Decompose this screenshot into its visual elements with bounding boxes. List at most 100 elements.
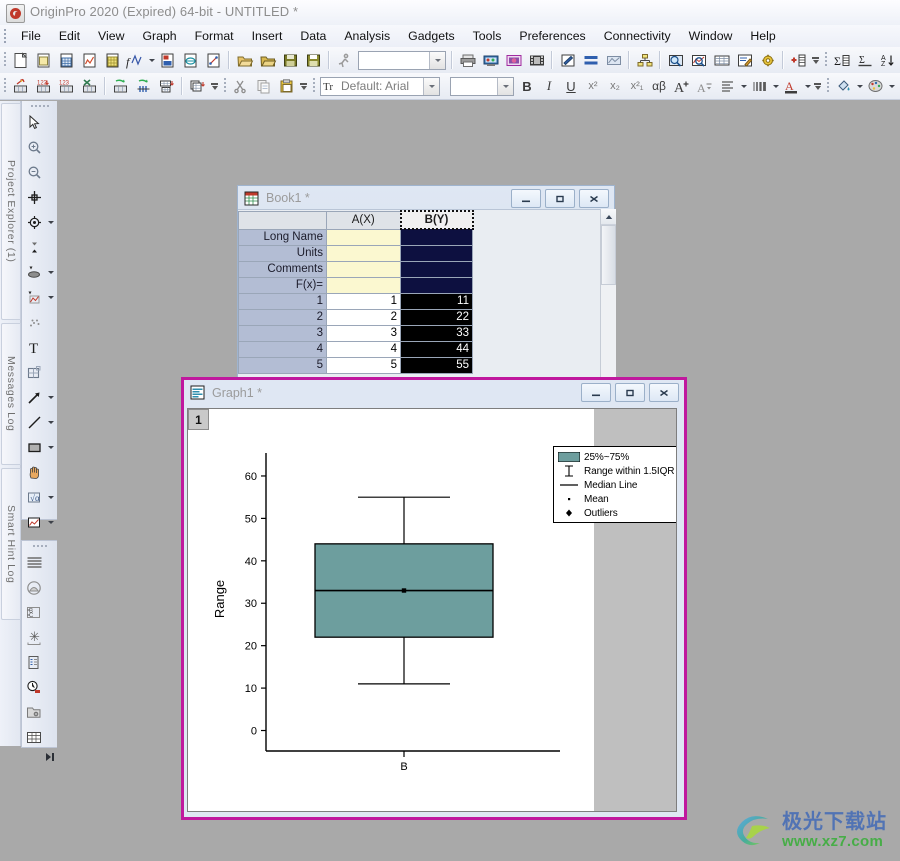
new-notes-icon[interactable]	[179, 49, 202, 71]
data-reader-dropdown[interactable]	[46, 221, 55, 224]
menu-item-connectivity[interactable]: Connectivity	[595, 26, 680, 46]
font-color-dropdown[interactable]	[803, 75, 812, 97]
font-color-icon[interactable]: A	[780, 75, 803, 97]
new-graph-icon[interactable]	[78, 49, 101, 71]
menu-item-file[interactable]: File	[12, 26, 50, 46]
underline-icon[interactable]: U	[560, 79, 582, 94]
toolbar-grip[interactable]	[309, 76, 318, 96]
meta-row-label[interactable]: Long Name	[239, 229, 327, 245]
book1-title-bar[interactable]: Book1 *	[238, 186, 614, 210]
swap-columns-icon[interactable]	[109, 75, 132, 97]
palette-dropdown[interactable]	[887, 75, 896, 97]
scroll-up-button[interactable]	[601, 209, 616, 225]
graph1-close-button[interactable]	[649, 383, 679, 402]
meta-row-label[interactable]: Units	[239, 245, 327, 261]
sum-icon[interactable]: Σ	[853, 49, 876, 71]
sort-worksheet-icon[interactable]	[132, 75, 155, 97]
graph1-title-bar[interactable]: Graph1 *	[184, 380, 684, 405]
meta-cell-b[interactable]	[401, 277, 473, 293]
palette-grip[interactable]	[22, 541, 57, 550]
align-icon[interactable]	[716, 75, 739, 97]
transpose-icon[interactable]	[155, 75, 178, 97]
book1-close-button[interactable]	[579, 189, 609, 208]
edit-mode-icon[interactable]	[556, 49, 579, 71]
meta-cell-a[interactable]	[327, 277, 401, 293]
graph1-minimize-button[interactable]	[581, 383, 611, 402]
table-row[interactable]: 4444	[239, 341, 473, 357]
rename-tool[interactable]: BC	[22, 600, 57, 625]
superscript-icon[interactable]: x²	[582, 80, 604, 92]
row-number[interactable]: 5	[239, 357, 327, 373]
data-reader-icon[interactable]	[687, 49, 710, 71]
line-dropdown[interactable]	[46, 421, 55, 424]
worksheet-corner-header[interactable]	[239, 211, 327, 229]
toolbar-overflow-button[interactable]	[209, 75, 220, 97]
region-tool[interactable]	[22, 360, 57, 385]
new-project-icon[interactable]	[9, 49, 32, 71]
increase-font-icon[interactable]: A	[670, 75, 693, 97]
import-video-icon[interactable]	[525, 49, 548, 71]
rectangle-tool[interactable]	[22, 435, 57, 460]
worksheet-vertical-scrollbar[interactable]	[600, 209, 616, 377]
zoom-in-tool[interactable]	[22, 135, 57, 160]
font-name-combo[interactable]: Tr Default: Arial	[320, 77, 440, 96]
legend-entry[interactable]: Median Line	[554, 478, 677, 492]
cell-b[interactable]: 55	[401, 357, 473, 373]
new-matrix-icon[interactable]	[101, 49, 124, 71]
new-excel-icon[interactable]	[202, 49, 225, 71]
book1-minimize-button[interactable]	[511, 189, 541, 208]
toolbar-grip[interactable]	[0, 50, 9, 70]
sort-ascending-icon[interactable]: AZ	[876, 49, 899, 71]
graph1-window[interactable]: Graph1 * 1 0102030405060RangeB 25%~75%Ra…	[181, 377, 689, 822]
menu-item-format[interactable]: Format	[186, 26, 243, 46]
data-reader-tool[interactable]	[22, 210, 57, 235]
cell-a[interactable]: 2	[327, 309, 401, 325]
menu-item-graph[interactable]: Graph	[133, 26, 185, 46]
color-scale-tool[interactable]	[22, 575, 57, 600]
project-explorer-tab[interactable]: Project Explorer (1)	[1, 103, 21, 320]
data-selector-tool[interactable]	[22, 235, 57, 260]
legend-entry[interactable]: Range within 1.5IQR	[554, 464, 677, 478]
italic-icon[interactable]: I	[538, 78, 560, 94]
menu-item-gadgets[interactable]: Gadgets	[399, 26, 464, 46]
bold-icon[interactable]: B	[516, 79, 538, 94]
box-plot[interactable]: 0102030405060RangeB	[188, 409, 594, 811]
equation-tool[interactable]: √α	[22, 485, 57, 510]
regional-mask-tool[interactable]	[22, 310, 57, 335]
menu-item-window[interactable]: Window	[680, 26, 742, 46]
book1-restore-button[interactable]	[545, 189, 575, 208]
cell-a[interactable]: 3	[327, 325, 401, 341]
worksheet-view-icon[interactable]	[710, 49, 733, 71]
chevron-down-icon[interactable]	[429, 52, 445, 69]
cut-icon[interactable]	[229, 75, 252, 97]
import-wizard-icon[interactable]	[479, 49, 502, 71]
save-template-icon[interactable]	[302, 49, 325, 71]
screen-reader-tool[interactable]	[22, 185, 57, 210]
chevron-down-icon[interactable]	[423, 78, 439, 95]
book1-worksheet[interactable]: A(X)B(Y)Long NameUnitsCommentsF(x)=11112…	[238, 209, 614, 378]
fill-color-icon[interactable]	[832, 75, 855, 97]
toolbar-grip[interactable]	[823, 76, 832, 96]
toolbar-grip[interactable]	[0, 76, 9, 96]
line-width-icon[interactable]	[748, 75, 771, 97]
table-row[interactable]: 5555	[239, 357, 473, 373]
cell-a[interactable]: 5	[327, 357, 401, 373]
menu-item-tools[interactable]: Tools	[464, 26, 511, 46]
folder-tool[interactable]	[22, 700, 57, 725]
data-cursor-tool[interactable]	[22, 260, 57, 285]
function-plot-dropdown[interactable]	[147, 49, 156, 71]
asterisk-tool[interactable]: ✳	[22, 625, 57, 650]
palette-expand-button[interactable]	[22, 750, 57, 764]
legend-entry[interactable]: Mean	[554, 492, 677, 506]
font-size-combo[interactable]	[450, 77, 514, 96]
new-workbook-icon[interactable]	[55, 49, 78, 71]
cell-b[interactable]: 22	[401, 309, 473, 325]
worksheet-table[interactable]: A(X)B(Y)Long NameUnitsCommentsF(x)=11112…	[238, 210, 474, 374]
open-excel-icon[interactable]	[256, 49, 279, 71]
toolbar-overflow-button[interactable]	[810, 49, 821, 71]
line-width-dropdown[interactable]	[771, 75, 780, 97]
toolbar-grip[interactable]	[220, 76, 229, 96]
insert-graph-dropdown[interactable]	[46, 521, 55, 524]
toolbar-overflow-button[interactable]	[812, 75, 823, 97]
cell-b[interactable]: 33	[401, 325, 473, 341]
